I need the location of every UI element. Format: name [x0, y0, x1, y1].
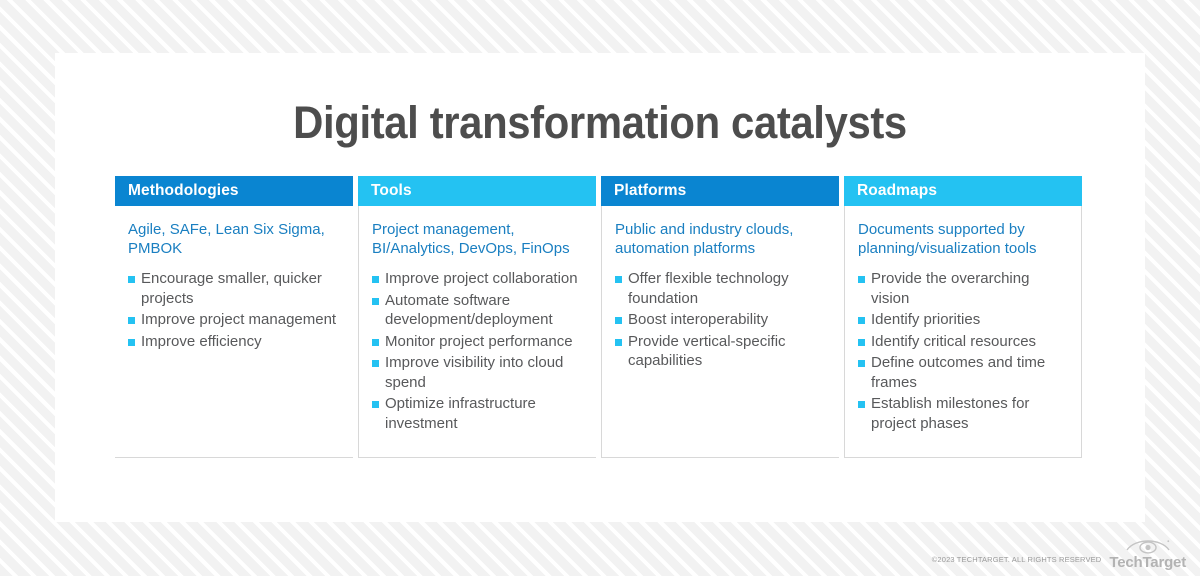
- list-item: Automate software development/deployment: [372, 291, 586, 330]
- list-item: Provide the overarching vision: [858, 269, 1071, 308]
- column-platforms: Platforms Public and industry clouds, aut…: [601, 176, 839, 458]
- list-item: Offer flexible technology foundation: [615, 269, 829, 308]
- column-subtitle: Agile, SAFe, Lean Six Sigma, PMBOK: [128, 221, 325, 257]
- copyright-notice: ©2023 TECHTARGET. ALL RIGHTS RESERVED: [931, 555, 1102, 564]
- list-item: Define outcomes and time frames: [858, 353, 1071, 392]
- list-item: Improve project management: [128, 310, 343, 330]
- logo-wordmark: TechTarget: [1109, 554, 1186, 571]
- column-body: Agile, SAFe, Lean Six Sigma, PMBOK Encour…: [115, 206, 353, 458]
- list-item: Identify critical resources: [858, 332, 1071, 352]
- column-body: Documents supported by planning/visualiz…: [844, 206, 1082, 458]
- content-card: Digital transformation catalysts Methodo…: [55, 53, 1145, 522]
- column-tools: Tools Project management, BI/Analytics, D…: [358, 176, 596, 458]
- column-subtitle: Public and industry clouds, automation p…: [615, 221, 794, 257]
- column-subtitle: Project management, BI/Analytics, DevOps…: [372, 221, 570, 257]
- list-item: Improve project collaboration: [372, 269, 586, 289]
- list-item: Identify priorities: [858, 310, 1071, 330]
- column-header: Tools: [358, 176, 596, 206]
- page-title: Digital transformation catalysts: [293, 97, 907, 148]
- list-item: Provide vertical-specific capabilities: [615, 332, 829, 371]
- list-item: Improve visibility into cloud spend: [372, 353, 586, 392]
- column-subtitle: Documents supported by planning/visualiz…: [858, 221, 1037, 257]
- list-item: Monitor project performance: [372, 332, 586, 352]
- column-roadmaps: Roadmaps Documents supported by planning/…: [844, 176, 1082, 458]
- bullet-list: Encourage smaller, quicker projects Impro…: [128, 269, 343, 351]
- list-item: Optimize infrastructure investment: [372, 394, 586, 433]
- column-body: Public and industry clouds, automation p…: [601, 206, 839, 458]
- list-item: Boost interoperability: [615, 310, 829, 330]
- footer: ©2023 TECHTARGET. ALL RIGHTS RESERVED Te…: [932, 536, 1186, 570]
- catalysts-table: Methodologies Agile, SAFe, Lean Six Sigma…: [115, 176, 1086, 458]
- list-item: Encourage smaller, quicker projects: [128, 269, 343, 308]
- eye-icon: [1126, 540, 1170, 554]
- list-item: Improve efficiency: [128, 332, 343, 352]
- list-item: Establish milestones for project phases: [858, 394, 1071, 433]
- bullet-list: Improve project collaboration Automate so…: [372, 269, 586, 433]
- column-header: Platforms: [601, 176, 839, 206]
- column-header: Methodologies: [115, 176, 353, 206]
- column-body: Project management, BI/Analytics, DevOps…: [358, 206, 596, 458]
- bullet-list: Provide the overarching vision Identify p…: [858, 269, 1071, 433]
- bullet-list: Offer flexible technology foundation Boos…: [615, 269, 829, 371]
- column-header: Roadmaps: [844, 176, 1082, 206]
- techtarget-logo: TechTarget: [1109, 536, 1186, 570]
- column-methodologies: Methodologies Agile, SAFe, Lean Six Sigma…: [115, 176, 353, 458]
